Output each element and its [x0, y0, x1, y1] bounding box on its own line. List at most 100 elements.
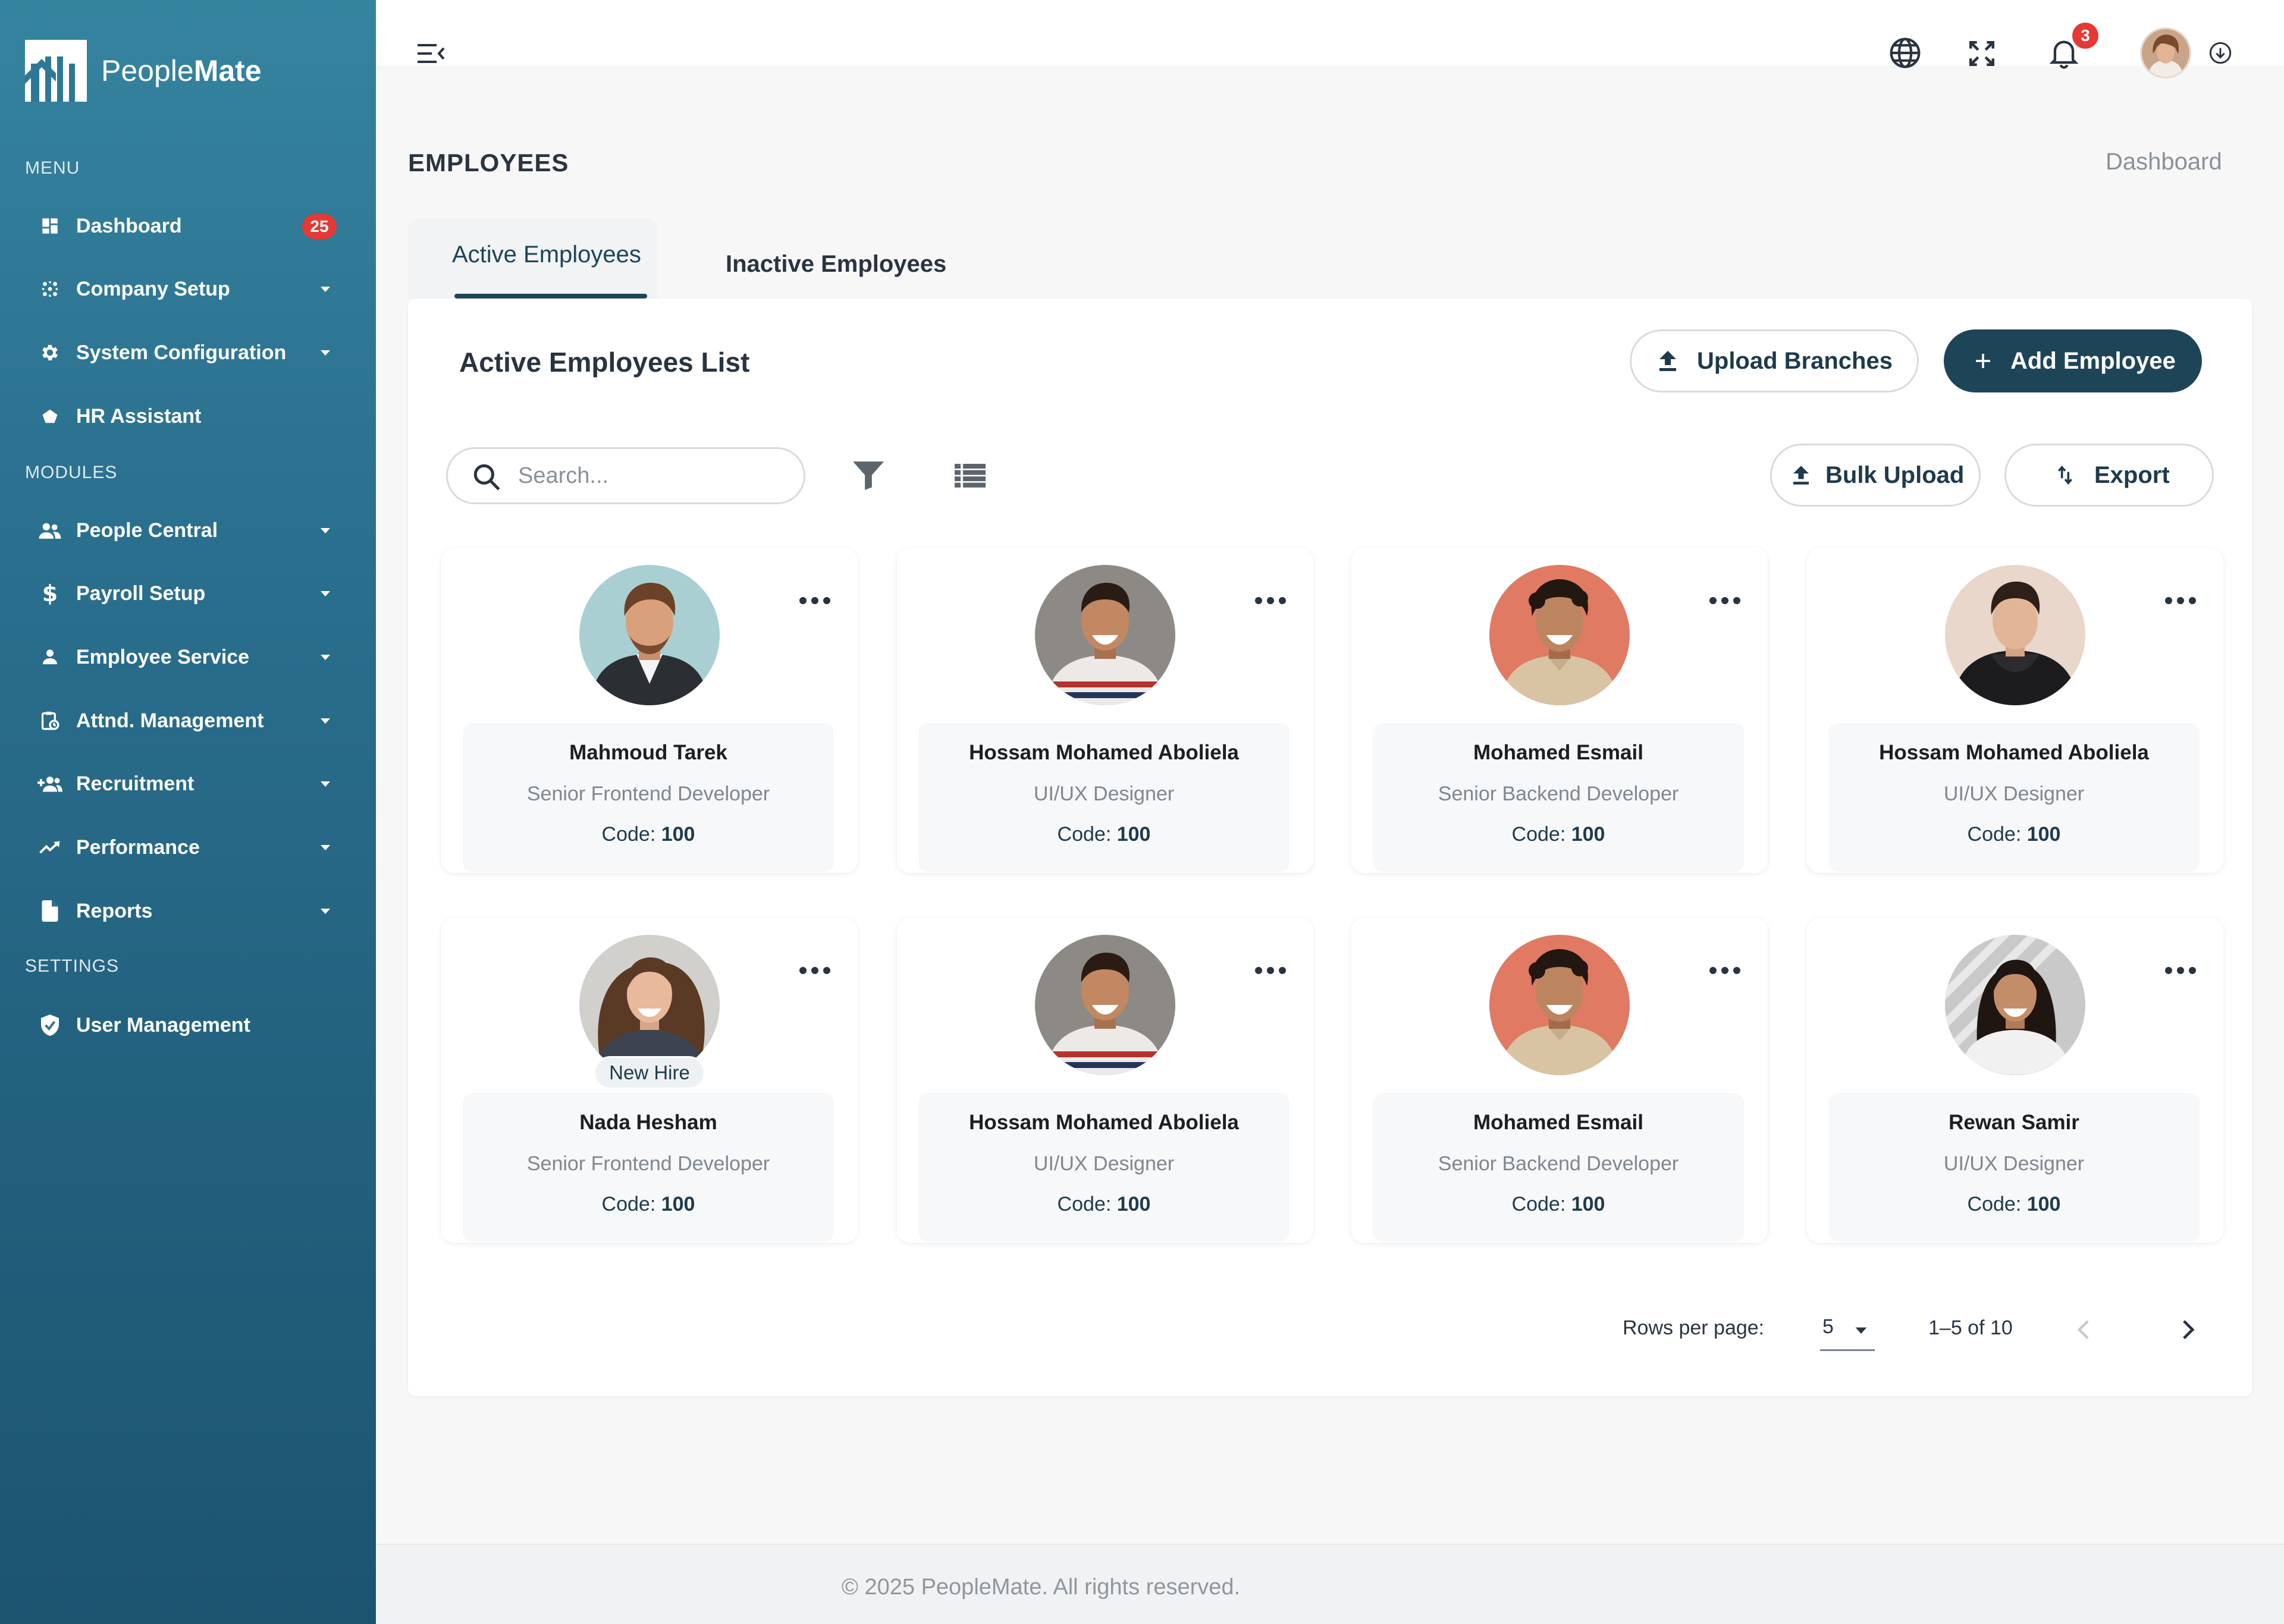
list-view-icon[interactable] — [952, 460, 989, 491]
employee-code: Code: 100 — [1373, 823, 1744, 846]
sidebar-item-attendance-management[interactable]: Attnd. Management — [0, 697, 376, 745]
gear-icon — [37, 340, 63, 366]
add-employee-label: Add Employee — [2010, 347, 2176, 374]
search-box — [446, 447, 805, 504]
caret-down-icon — [318, 281, 333, 297]
caret-down-icon — [318, 523, 333, 538]
language-globe-icon[interactable] — [1887, 34, 1924, 71]
employee-role: Senior Backend Developer — [1438, 1152, 1679, 1175]
caret-down-icon — [1853, 1326, 1869, 1337]
breadcrumb-dashboard[interactable]: Dashboard — [2106, 149, 2222, 175]
sidebar-item-company-setup[interactable]: Company Setup — [0, 265, 376, 313]
sidebar-item-label: HR Assistant — [76, 404, 202, 428]
brand-logo[interactable]: PeopleMate — [25, 38, 262, 103]
search-input[interactable] — [518, 457, 780, 494]
sidebar-item-user-management[interactable]: User Management — [0, 1001, 376, 1049]
user-menu-dropdown-icon[interactable] — [2208, 40, 2233, 65]
more-options-icon[interactable] — [1254, 965, 1287, 976]
employee-avatar — [579, 565, 720, 705]
previous-page-icon[interactable] — [2073, 1317, 2094, 1343]
menu-collapse-icon[interactable] — [415, 40, 447, 67]
sidebar-item-label: Reports — [76, 899, 153, 922]
new-hire-badge: New Hire — [594, 1056, 705, 1089]
employee-code-value: 100 — [661, 1193, 695, 1215]
employee-card[interactable]: Rewan Samir UI/UX Designer Code: 100 — [1807, 918, 2223, 1243]
employee-card[interactable]: Hossam Mohamed Aboliela UI/UX Designer Cod… — [897, 548, 1313, 873]
sidebar: PeopleMate MENU Dashboard 25 Company Set… — [0, 0, 376, 1624]
sidebar-item-performance[interactable]: Performance — [0, 824, 376, 871]
list-title: Active Employees List — [459, 347, 750, 378]
dollar-icon: $ — [42, 580, 58, 607]
sidebar-item-payroll-setup[interactable]: $ Payroll Setup — [0, 570, 376, 617]
notification-count-badge: 3 — [2072, 23, 2098, 49]
footer-copyright: © 2025 PeopleMate. All rights reserved. — [841, 1575, 1241, 1600]
clipboard-clock-icon — [37, 708, 63, 734]
employee-card[interactable]: Mahmoud Tarek Senior Frontend Developer Co… — [441, 548, 858, 873]
pagination-range: 1–5 of 10 — [1928, 1317, 2013, 1339]
sidebar-item-recruitment[interactable]: Recruitment — [0, 760, 376, 808]
employee-code: Code: 100 — [918, 823, 1290, 846]
employee-role: UI/UX Designer — [1033, 1152, 1175, 1175]
employee-avatar — [1945, 565, 2085, 705]
employee-name: Hossam Mohamed Aboliela — [969, 1111, 1239, 1134]
more-options-icon[interactable] — [2164, 595, 2197, 607]
page-title: EMPLOYEES — [408, 149, 569, 177]
sidebar-item-label: Employee Service — [76, 645, 250, 668]
sidebar-item-hr-assistant[interactable]: HR Assistant — [0, 392, 376, 440]
sidebar-item-reports[interactable]: Reports — [0, 887, 376, 935]
employee-name: Mahmoud Tarek — [569, 741, 727, 764]
employee-code-value: 100 — [2026, 1193, 2061, 1215]
employee-name: Mohamed Esmail — [1473, 741, 1643, 764]
upload-branches-button[interactable]: Upload Branches — [1630, 329, 1919, 392]
employee-card[interactable]: Mohamed Esmail Senior Backend Developer Co… — [1351, 918, 1768, 1243]
more-options-icon[interactable] — [798, 965, 832, 976]
employee-card[interactable]: Hossam Mohamed Aboliela UI/UX Designer Cod… — [897, 918, 1313, 1243]
sidebar-item-people-central[interactable]: People Central — [0, 507, 376, 554]
user-avatar[interactable] — [2140, 27, 2191, 78]
employee-card[interactable]: Mohamed Esmail Senior Backend Developer Co… — [1351, 548, 1768, 873]
more-options-icon[interactable] — [2164, 965, 2197, 976]
add-people-icon — [37, 771, 63, 797]
dashboard-icon — [37, 213, 63, 239]
sort-arrows-icon — [2056, 464, 2074, 486]
sidebar-item-employee-service[interactable]: Employee Service — [0, 633, 376, 681]
rows-per-page-label: Rows per page: — [1623, 1317, 1765, 1339]
company-setup-icon — [37, 276, 63, 302]
settings-section-label: SETTINGS — [25, 956, 120, 976]
search-icon — [472, 462, 501, 495]
employee-card[interactable]: New Hire Nada Hesham Senior Frontend Devel… — [441, 918, 858, 1243]
tab-active-employees[interactable]: Active Employees — [452, 241, 641, 268]
rows-per-page-select[interactable]: 5 — [1820, 1313, 1875, 1351]
more-options-icon[interactable] — [1708, 965, 1742, 976]
sidebar-item-label: Performance — [76, 835, 200, 859]
employee-avatar — [1035, 935, 1175, 1075]
caret-down-icon — [318, 713, 333, 728]
more-options-icon[interactable] — [1708, 595, 1742, 607]
export-button[interactable]: Export — [2004, 444, 2214, 507]
people-icon — [37, 517, 63, 544]
more-options-icon[interactable] — [1254, 595, 1287, 607]
document-icon — [37, 898, 63, 924]
menu-section-label: MENU — [25, 158, 80, 178]
employee-card[interactable]: Hossam Mohamed Aboliela UI/UX Designer Cod… — [1807, 548, 2223, 873]
add-employee-button[interactable]: Add Employee — [1944, 329, 2202, 392]
bulk-upload-button[interactable]: Bulk Upload — [1770, 444, 1981, 507]
logo-mark-icon — [25, 40, 87, 102]
sidebar-item-label: Payroll Setup — [76, 582, 206, 605]
employee-name: Rewan Samir — [1949, 1111, 2079, 1134]
employee-info: Nada Hesham Senior Frontend Developer Code… — [463, 1093, 834, 1242]
more-options-icon[interactable] — [798, 595, 832, 607]
fullscreen-icon[interactable] — [1964, 36, 2000, 71]
active-tab-indicator — [454, 294, 647, 299]
tab-inactive-employees[interactable]: Inactive Employees — [726, 251, 946, 278]
next-page-icon[interactable] — [2178, 1317, 2198, 1343]
sidebar-item-dashboard[interactable]: Dashboard 25 — [0, 202, 376, 250]
employee-info: Hossam Mohamed Aboliela UI/UX Designer Cod… — [1828, 723, 2200, 872]
sidebar-item-system-configuration[interactable]: System Configuration — [0, 329, 376, 376]
employee-avatar — [579, 935, 720, 1075]
filter-icon[interactable] — [851, 459, 886, 492]
employee-code: Code: 100 — [1828, 1193, 2200, 1216]
caret-down-icon — [318, 903, 333, 919]
rows-per-page-value: 5 — [1822, 1315, 1834, 1338]
employee-code-label: Code: — [601, 1193, 656, 1215]
